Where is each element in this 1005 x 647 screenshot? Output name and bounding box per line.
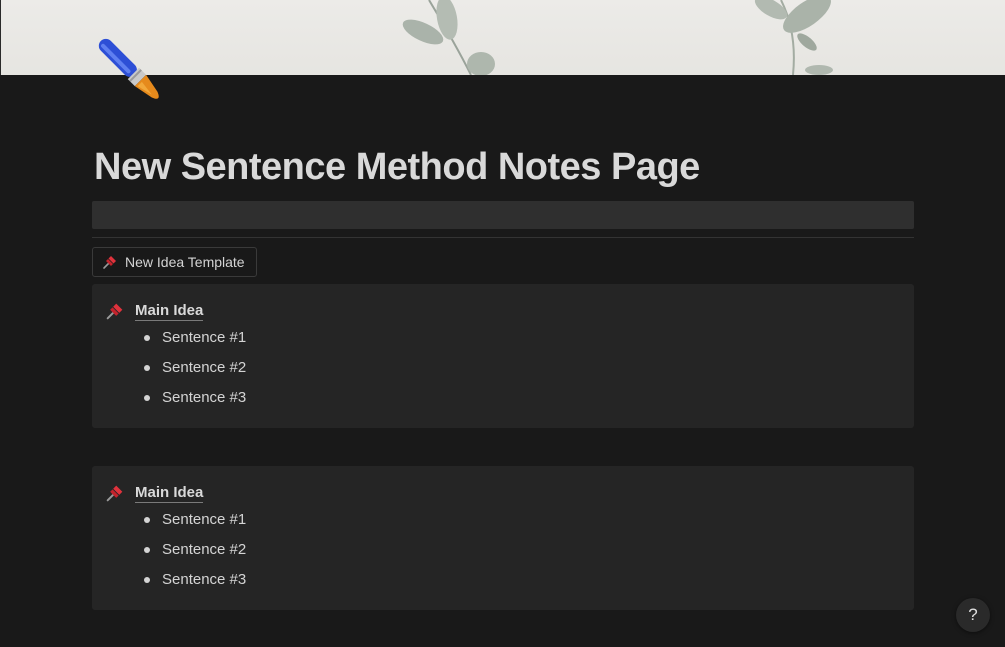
bullet-dot bbox=[144, 365, 150, 371]
callout-block[interactable]: Main Idea Sentence #1 Sentence #2 Senten… bbox=[92, 466, 914, 610]
bullet-dot bbox=[144, 395, 150, 401]
pushpin-icon[interactable] bbox=[104, 300, 126, 322]
divider bbox=[92, 237, 914, 238]
list-item[interactable]: Sentence #3 bbox=[142, 387, 246, 417]
bullet-dot bbox=[144, 547, 150, 553]
list-item-text: Sentence #1 bbox=[162, 329, 247, 346]
list-item[interactable]: Sentence #1 bbox=[142, 509, 246, 539]
list-item-text: Sentence #2 bbox=[162, 541, 247, 558]
help-button-label: ? bbox=[968, 605, 978, 624]
list-item-text: Sentence #2 bbox=[162, 359, 247, 376]
bulleted-list: Sentence #1 Sentence #2 Sentence #3 bbox=[142, 509, 246, 599]
empty-block[interactable] bbox=[92, 201, 914, 229]
list-item[interactable]: Sentence #1 bbox=[142, 327, 246, 357]
help-button[interactable]: ? bbox=[956, 598, 990, 632]
callout-heading-link[interactable]: Main Idea bbox=[135, 302, 204, 321]
page-title[interactable]: New Sentence Method Notes Page bbox=[94, 146, 700, 189]
callout-heading-link[interactable]: Main Idea bbox=[135, 484, 204, 503]
list-item[interactable]: Sentence #2 bbox=[142, 357, 246, 387]
paintbrush-icon[interactable] bbox=[92, 34, 172, 110]
bullet-dot bbox=[144, 577, 150, 583]
list-item[interactable]: Sentence #3 bbox=[142, 569, 246, 599]
list-item-text: Sentence #1 bbox=[162, 511, 247, 528]
pushpin-icon bbox=[101, 253, 119, 271]
list-item-text: Sentence #3 bbox=[162, 389, 247, 406]
bullet-dot bbox=[144, 517, 150, 523]
bullet-dot bbox=[144, 335, 150, 341]
new-idea-template-button[interactable]: New Idea Template bbox=[92, 247, 257, 277]
template-button-label: New Idea Template bbox=[125, 254, 245, 270]
pushpin-icon[interactable] bbox=[104, 482, 126, 504]
callout-block[interactable]: Main Idea Sentence #1 Sentence #2 Senten… bbox=[92, 284, 914, 428]
bulleted-list: Sentence #1 Sentence #2 Sentence #3 bbox=[142, 327, 246, 417]
list-item-text: Sentence #3 bbox=[162, 571, 247, 588]
list-item[interactable]: Sentence #2 bbox=[142, 539, 246, 569]
